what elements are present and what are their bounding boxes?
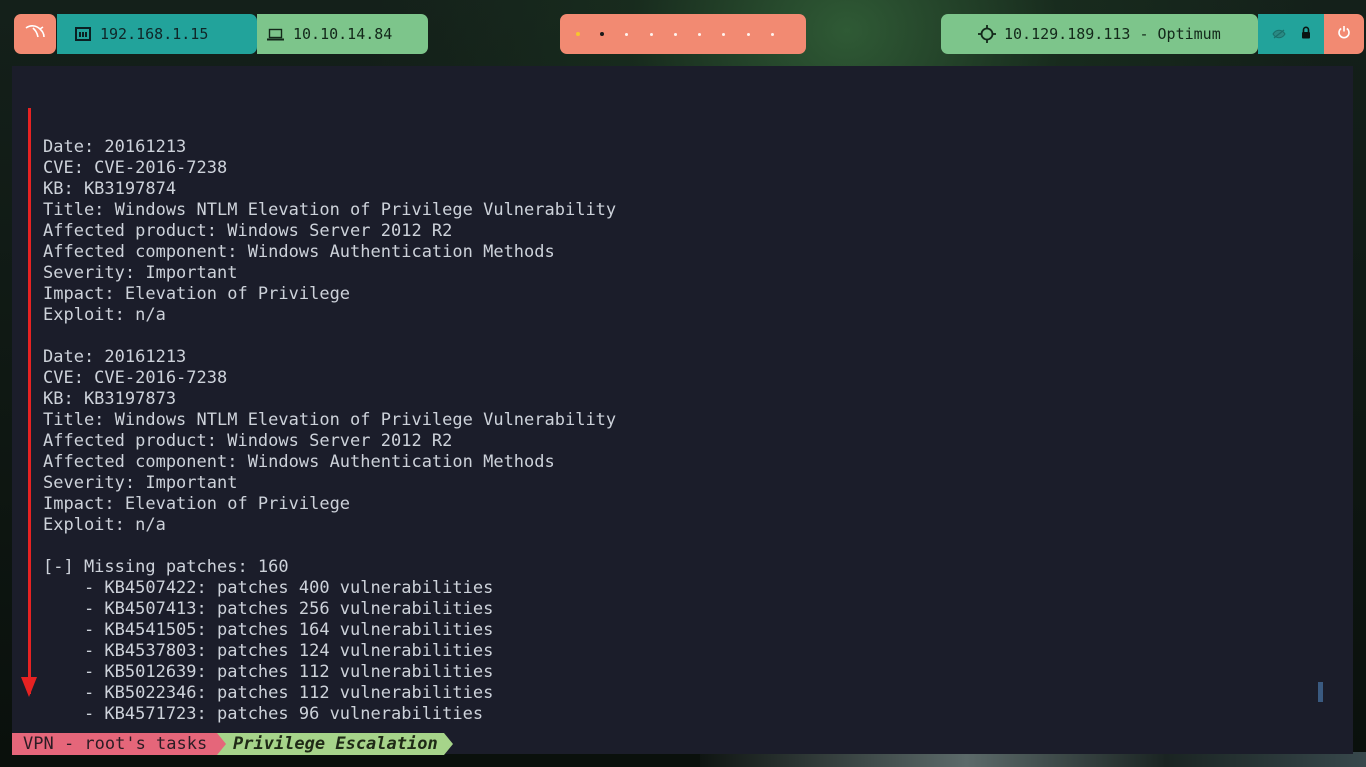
laptop-icon: [267, 28, 284, 41]
kali-dragon-icon: [24, 24, 46, 44]
workspace-2[interactable]: [590, 14, 614, 54]
workspace-switcher: [560, 14, 806, 54]
crosshair-icon: [978, 25, 996, 43]
segment-separator-end: [444, 733, 453, 755]
terminal-scroll-indicator: [1318, 682, 1323, 702]
launcher-button[interactable]: [14, 14, 56, 54]
top-bar: 192.168.1.15 10.10.14.84 10.129.189.113 …: [0, 0, 1366, 66]
terminal-line: KB: KB3197873: [43, 389, 177, 409]
workspace-7[interactable]: [712, 14, 736, 54]
terminal-line: Affected component: Windows Authenticati…: [43, 452, 555, 472]
terminal-line: [-] Missing patches: 160: [43, 557, 289, 577]
terminal-line: Exploit: n/a: [43, 305, 166, 325]
terminal-line: Date: 20161213: [43, 347, 187, 367]
window-name[interactable]: Privilege Escalation: [217, 733, 444, 755]
vpn-ip-text: 10.10.14.84: [293, 25, 393, 43]
workspace-6[interactable]: [687, 14, 711, 54]
workspace-3[interactable]: [615, 14, 639, 54]
tray-extras: [1258, 14, 1324, 54]
terminal-line: Severity: Important: [43, 473, 238, 493]
annotation-arrow-shaft: [28, 108, 31, 694]
segment-separator: [217, 733, 226, 755]
wallpaper-strip: [700, 752, 1366, 767]
workspace-1[interactable]: [566, 14, 590, 54]
terminal-line: Impact: Elevation of Privilege: [43, 494, 351, 514]
terminal-line: Title: Windows NTLM Elevation of Privile…: [43, 200, 617, 220]
ethernet-icon: [75, 27, 91, 41]
lock-icon[interactable]: [1301, 25, 1311, 43]
terminal-line: - KB4571723: patches 96 vulnerabilities: [43, 704, 484, 724]
terminal-line: Exploit: n/a: [43, 515, 166, 535]
target-indicator: 10.129.189.113 - Optimum: [941, 14, 1258, 54]
terminal-line: CVE: CVE-2016-7238: [43, 158, 228, 178]
terminal-line: Impact: Elevation of Privilege: [43, 284, 351, 304]
lan-ip-text: 192.168.1.15: [100, 25, 209, 43]
vpn-ip-indicator: 10.10.14.84: [257, 14, 428, 54]
workspace-8[interactable]: [736, 14, 760, 54]
session-name: VPN - root's tasks: [12, 733, 217, 755]
terminal-line: - KB5022346: patches 112 vulnerabilities: [43, 683, 494, 703]
lan-ip-indicator: 192.168.1.15: [57, 14, 257, 54]
workspace-9[interactable]: [760, 14, 784, 54]
tmux-status-bar: VPN - root's tasks Privilege Escalation: [12, 733, 472, 755]
workspace-4[interactable]: [639, 14, 663, 54]
terminal-line: Affected component: Windows Authenticati…: [43, 242, 555, 262]
terminal-line: CVE: CVE-2016-7238: [43, 368, 228, 388]
terminal-line: Affected product: Windows Server 2012 R2: [43, 431, 453, 451]
power-button[interactable]: [1324, 14, 1364, 54]
terminal-line: - KB4507413: patches 256 vulnerabilities: [43, 599, 494, 619]
terminal-output: Date: 20161213 CVE: CVE-2016-7238 KB: KB31…: [43, 116, 616, 725]
terminal-line: - KB4541505: patches 164 vulnerabilities: [43, 620, 494, 640]
terminal-line: Severity: Important: [43, 263, 238, 283]
terminal-line: - KB4507422: patches 400 vulnerabilities: [43, 578, 494, 598]
annotation-arrow-head: [21, 677, 37, 697]
terminal-line: - KB4537803: patches 124 vulnerabilities: [43, 641, 494, 661]
terminal-line: KB: KB3197874: [43, 179, 177, 199]
eye-off-icon[interactable]: [1271, 25, 1286, 43]
terminal-line: Title: Windows NTLM Elevation of Privile…: [43, 410, 617, 430]
terminal-line: Date: 20161213: [43, 137, 187, 157]
terminal-line: - KB5012639: patches 112 vulnerabilities: [43, 662, 494, 682]
workspace-5[interactable]: [663, 14, 687, 54]
terminal-line: Affected product: Windows Server 2012 R2: [43, 221, 453, 241]
target-text: 10.129.189.113 - Optimum: [1004, 25, 1221, 43]
power-icon: [1337, 25, 1351, 43]
terminal-window[interactable]: Date: 20161213 CVE: CVE-2016-7238 KB: KB31…: [12, 66, 1353, 754]
